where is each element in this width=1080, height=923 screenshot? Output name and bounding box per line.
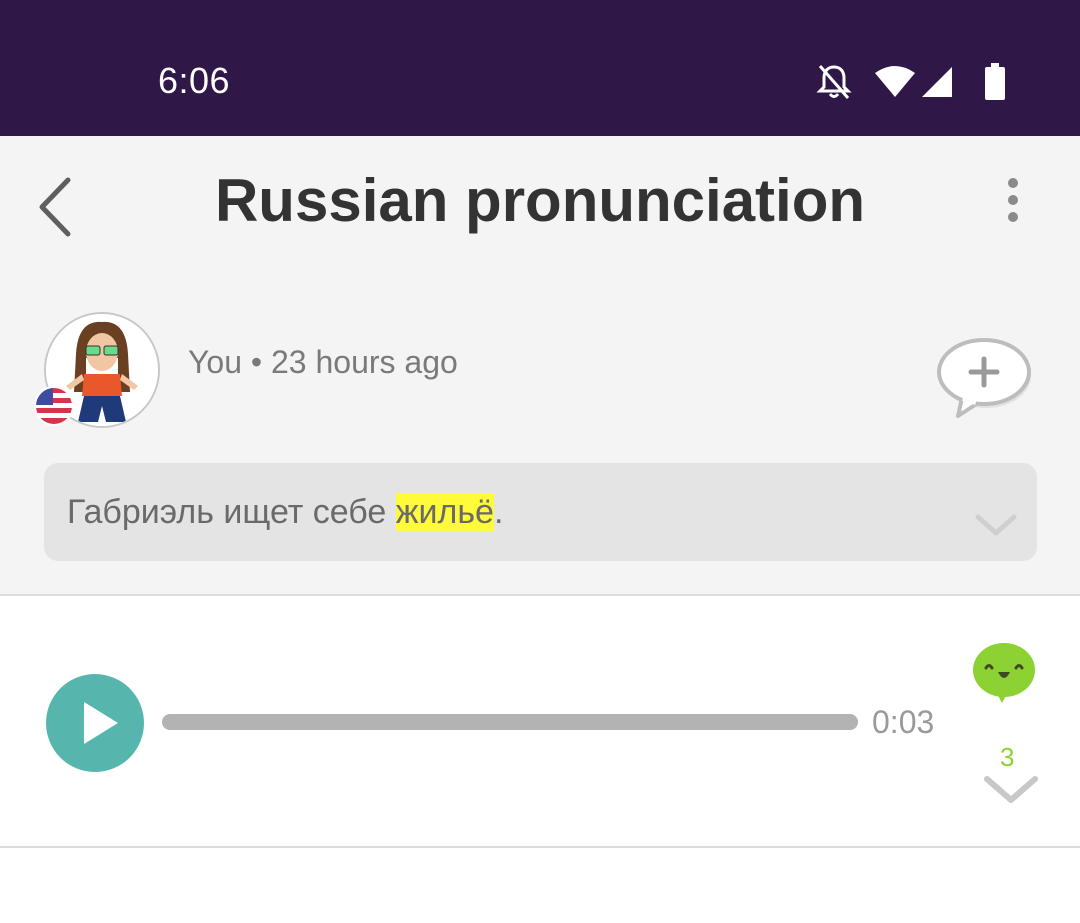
post-meta: You • 23 hours ago <box>188 344 458 381</box>
sentence-after: . <box>493 493 504 531</box>
more-options-button[interactable] <box>995 176 1031 226</box>
meta-separator: • <box>250 344 263 380</box>
play-icon <box>84 702 118 744</box>
notifications-off-icon <box>816 62 852 107</box>
audio-card: 0:03 3 <box>0 598 1080 848</box>
page-title: Russian pronunciation <box>214 167 866 234</box>
battery-icon <box>984 62 1006 106</box>
wifi-icon <box>874 65 916 104</box>
cell-signal-icon <box>920 65 954 104</box>
add-comment-button[interactable] <box>932 332 1040 424</box>
post-header: Russian pronunciation You • 23 hours ago… <box>0 136 1080 596</box>
reaction-count: 3 <box>1000 742 1015 772</box>
expand-sentence-button[interactable] <box>974 513 1018 539</box>
expand-audio-button[interactable] <box>982 774 1040 804</box>
sentence-card[interactable]: Габриэль ищет себе жильё. <box>44 463 1037 561</box>
us-flag-icon <box>34 386 74 426</box>
highlighted-word: жильё <box>395 493 494 531</box>
status-bar: 6:06 <box>0 0 1080 136</box>
chevron-down-icon <box>975 514 1017 536</box>
post-time: 23 hours ago <box>270 344 458 380</box>
status-icons <box>816 62 1006 107</box>
add-comment-bubble-icon <box>937 338 1031 418</box>
audio-duration: 0:03 <box>872 704 935 740</box>
sentence-before: Габриэль ищет себе <box>67 493 396 531</box>
happy-bubble-icon <box>973 643 1035 703</box>
author-name: You <box>188 344 242 380</box>
sentence-text: Габриэль ищет себе жильё. <box>67 493 503 532</box>
play-button[interactable] <box>46 674 144 772</box>
reaction-button[interactable] <box>972 642 1036 704</box>
more-vertical-icon <box>1008 178 1018 222</box>
status-time: 6:06 <box>158 60 231 101</box>
chevron-down-icon <box>984 776 1038 803</box>
audio-progress-track[interactable] <box>162 714 858 730</box>
